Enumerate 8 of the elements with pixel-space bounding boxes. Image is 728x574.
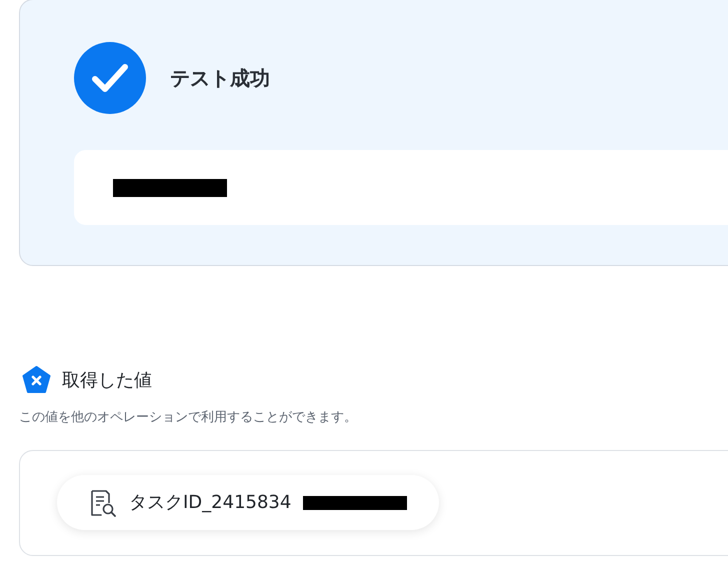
- check-circle-icon: [74, 42, 146, 114]
- value-label: タスクID_2415834: [129, 491, 292, 515]
- document-search-icon: [88, 488, 117, 516]
- logo-icon: [22, 366, 51, 394]
- section-description: この値を他のオペレーションで利用することができます。: [19, 409, 358, 427]
- value-chip[interactable]: タスクID_2415834: [57, 475, 439, 530]
- section-title: 取得した値: [62, 368, 152, 392]
- status-title: テスト成功: [170, 65, 270, 92]
